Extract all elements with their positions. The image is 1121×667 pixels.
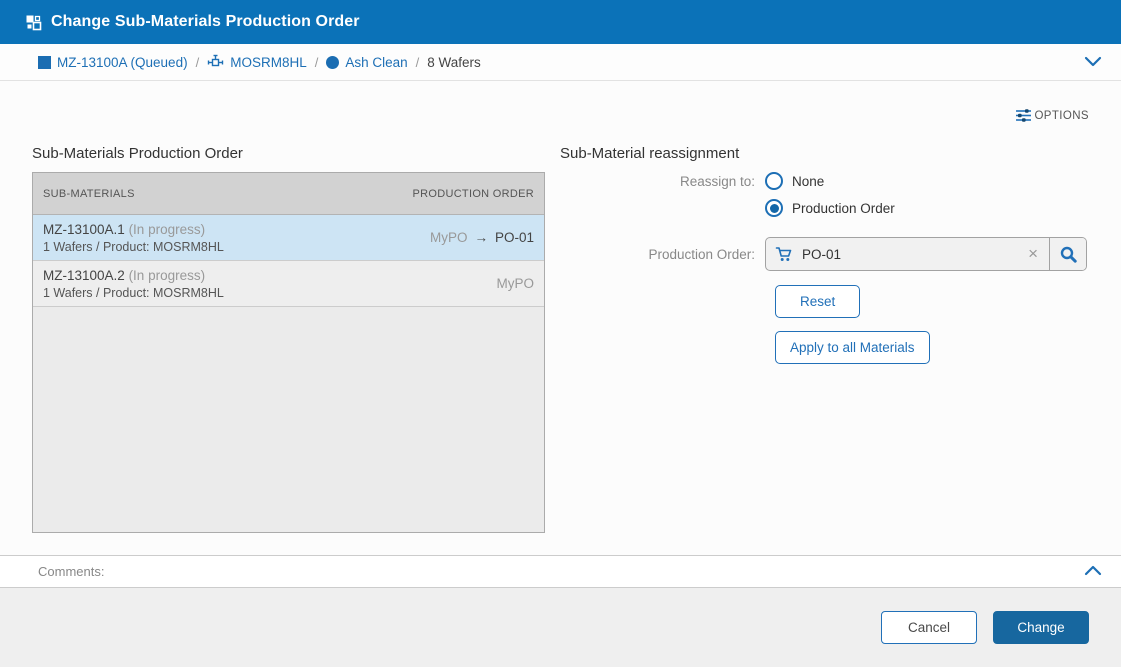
content-columns: Sub-Materials Production Order SUB-MATER… [32, 145, 1089, 533]
lot-icon [38, 56, 51, 69]
material-detail: 1 Wafers / Product: MOSRM8HL [43, 286, 224, 300]
row-material-info: MZ-13100A.2 (In progress) 1 Wafers / Pro… [43, 268, 224, 300]
breadcrumb-step[interactable]: Ash Clean [326, 55, 407, 70]
comments-collapse-chevron-up-icon[interactable] [1083, 564, 1103, 578]
search-icon [1059, 245, 1078, 264]
radio-production-order[interactable]: Production Order [765, 199, 895, 217]
table-header-row: SUB-MATERIALS PRODUCTION ORDER [33, 173, 544, 215]
breadcrumb-product-link[interactable]: MOSRM8HL [230, 55, 307, 70]
options-row: OPTIONS [32, 81, 1089, 127]
comments-label: Comments: [38, 564, 104, 579]
production-order-value: PO-01 [802, 247, 1020, 262]
reassign-to-label: Reassign to: [560, 172, 765, 217]
reassignment-panel: Sub-Material reassignment Reassign to: N… [545, 145, 1089, 533]
production-order-row: Production Order: PO-01 × [560, 237, 1089, 271]
product-mask-icon [207, 54, 224, 70]
reset-row: Reset [560, 285, 1089, 318]
options-button[interactable]: OPTIONS [1015, 108, 1089, 123]
comments-bar[interactable]: Comments: [0, 555, 1121, 588]
row-production-order: MyPO → PO-01 [430, 230, 534, 245]
reassign-radio-group: None Production Order [765, 172, 895, 217]
material-detail: 1 Wafers / Product: MOSRM8HL [43, 240, 224, 254]
breadcrumb-separator: / [416, 55, 420, 70]
material-id: MZ-13100A.2 [43, 268, 125, 283]
material-status: (In progress) [129, 268, 206, 283]
reset-button[interactable]: Reset [775, 285, 860, 318]
arrow-right-icon: → [474, 230, 488, 245]
breadcrumb-step-link[interactable]: Ash Clean [345, 55, 407, 70]
sub-materials-table: SUB-MATERIALS PRODUCTION ORDER MZ-13100A… [32, 172, 545, 533]
breadcrumb-expand-chevron-down-icon[interactable] [1083, 54, 1103, 69]
production-order-to: PO-01 [495, 230, 534, 245]
dialog-title: Change Sub-Materials Production Order [51, 13, 360, 31]
radio-none-label: None [792, 174, 824, 189]
radio-none[interactable]: None [765, 172, 895, 190]
column-header-sub-materials: SUB-MATERIALS [43, 188, 135, 200]
row-production-order: MyPO [496, 276, 534, 291]
table-row[interactable]: MZ-13100A.1 (In progress) 1 Wafers / Pro… [33, 215, 544, 261]
radio-none-circle-icon [765, 172, 783, 190]
breadcrumb-lot-link[interactable]: MZ-13100A (Queued) [57, 55, 188, 70]
apply-to-all-materials-button[interactable]: Apply to all Materials [775, 331, 930, 364]
change-button[interactable]: Change [993, 611, 1089, 644]
breadcrumb-product[interactable]: MOSRM8HL [207, 54, 307, 70]
options-sliders-icon [1015, 108, 1032, 123]
breadcrumb-separator: / [196, 55, 200, 70]
reassignment-panel-title: Sub-Material reassignment [560, 145, 1089, 162]
production-order-label: Production Order: [560, 247, 765, 262]
sub-materials-panel: Sub-Materials Production Order SUB-MATER… [32, 145, 545, 533]
reassign-to-row: Reassign to: None Production Order [560, 172, 1089, 217]
cancel-button[interactable]: Cancel [881, 611, 977, 644]
step-status-icon [326, 56, 339, 69]
breadcrumb: MZ-13100A (Queued) / MOSRM8HL / Ash Clea… [0, 44, 1121, 81]
production-order-field[interactable]: PO-01 × [765, 237, 1087, 271]
production-order-from: MyPO [430, 230, 468, 245]
change-sub-materials-dialog: Change Sub-Materials Production Order MZ… [0, 0, 1121, 667]
production-order-from: MyPO [496, 276, 534, 291]
breadcrumb-lot[interactable]: MZ-13100A (Queued) [38, 55, 188, 70]
column-header-production-order: PRODUCTION ORDER [412, 188, 534, 200]
table-row[interactable]: MZ-13100A.2 (In progress) 1 Wafers / Pro… [33, 261, 544, 307]
apply-row: Apply to all Materials [560, 331, 1089, 364]
options-button-label: OPTIONS [1034, 110, 1089, 122]
material-id: MZ-13100A.1 [43, 222, 125, 237]
main-content: OPTIONS Sub-Materials Production Order S… [0, 81, 1121, 555]
title-bar: Change Sub-Materials Production Order [0, 0, 1121, 44]
clear-icon[interactable]: × [1020, 245, 1049, 264]
sub-materials-panel-title: Sub-Materials Production Order [32, 145, 545, 162]
cart-icon [775, 246, 794, 263]
table-empty-area [33, 307, 544, 532]
radio-production-order-label: Production Order [792, 201, 895, 216]
sub-materials-icon [25, 14, 42, 31]
row-material-info: MZ-13100A.1 (In progress) 1 Wafers / Pro… [43, 222, 224, 254]
radio-production-order-circle-icon [765, 199, 783, 217]
breadcrumb-separator: / [315, 55, 319, 70]
search-button[interactable] [1049, 237, 1086, 271]
footer-action-bar: Cancel Change [0, 588, 1121, 667]
breadcrumb-wafer-count: 8 Wafers [427, 55, 481, 70]
material-status: (In progress) [129, 222, 206, 237]
